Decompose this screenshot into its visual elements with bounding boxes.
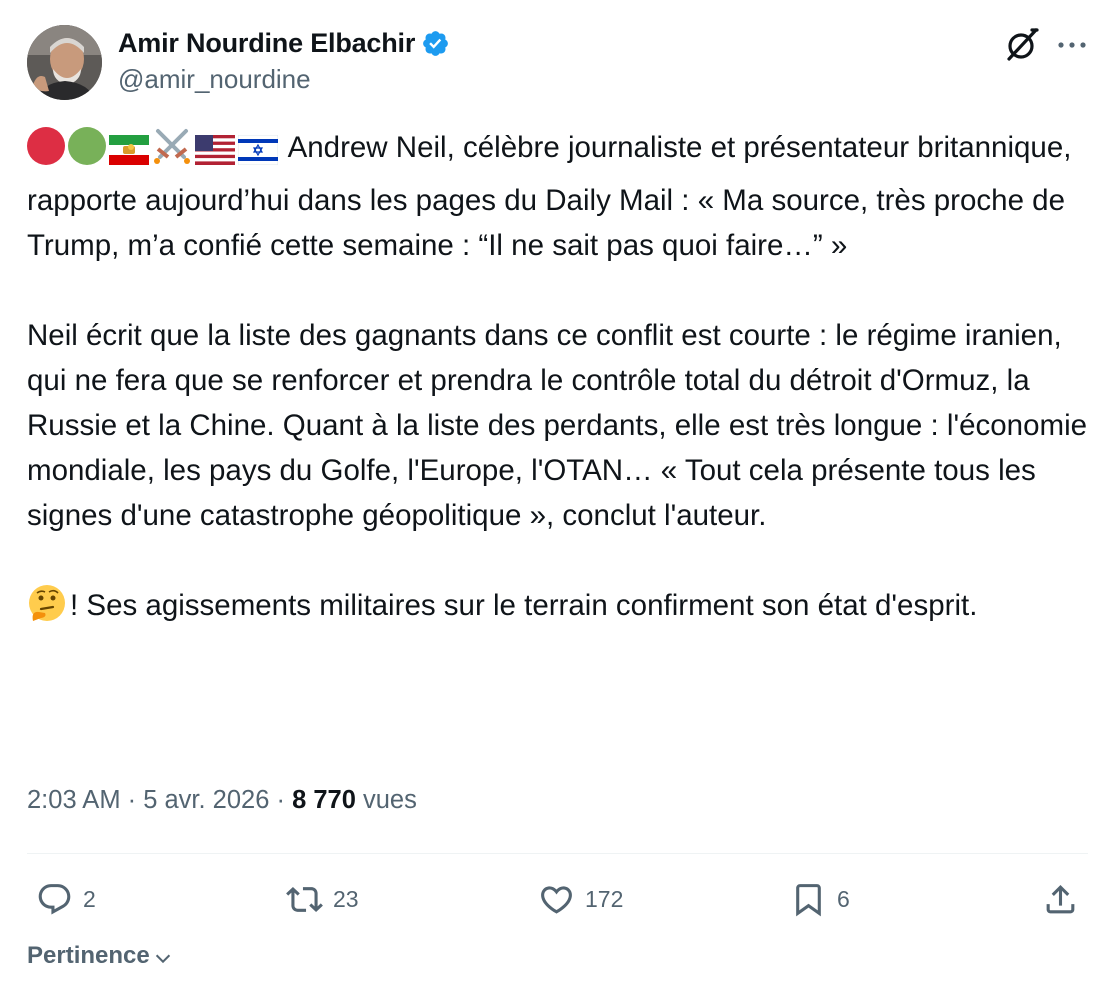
bookmark-count: 6: [837, 885, 850, 912]
avatar[interactable]: [27, 25, 102, 100]
reply-count: 2: [83, 885, 96, 912]
verified-badge-icon[interactable]: [421, 29, 450, 58]
tweet-paragraph-3-text: ! Ses agissements militaires sur le terr…: [70, 589, 978, 622]
tweet-meta: 2:03 AM · 5 avr. 2026 · 8 770 vues: [27, 786, 417, 815]
tweet-date[interactable]: 5 avr. 2026: [143, 786, 269, 814]
heart-icon: [541, 885, 572, 914]
israel-flag-icon: [237, 133, 279, 178]
tweet-paragraph-2: Neil écrit que la liste des gagnants dan…: [27, 319, 1088, 532]
bookmark-icon: [796, 883, 821, 916]
red-circle-icon: [27, 127, 65, 165]
bookmark-button[interactable]: 6: [790, 876, 850, 922]
meta-separator-2: ·: [269, 786, 293, 814]
tweet-text: Andrew Neil, célèbre journaliste et prés…: [27, 125, 1097, 636]
reply-sort-dropdown[interactable]: Pertinence: [27, 942, 174, 970]
green-circle-icon: [68, 127, 106, 165]
author-handle[interactable]: @amir_nourdine: [118, 64, 311, 95]
reply-icon: [38, 883, 71, 914]
tweet-time[interactable]: 2:03 AM: [27, 786, 121, 814]
repost-icon: [286, 886, 323, 912]
tweet-paragraph-1: Andrew Neil, célèbre journaliste et prés…: [27, 125, 1097, 268]
more-options-icon[interactable]: [1056, 35, 1088, 55]
thinking-face-icon: [27, 583, 67, 636]
share-button[interactable]: [1042, 876, 1079, 922]
us-flag-icon: [195, 133, 235, 178]
like-button[interactable]: 172: [538, 876, 623, 922]
chevron-down-icon: [155, 954, 170, 964]
grok-icon[interactable]: [1004, 27, 1040, 63]
like-count: 172: [585, 885, 624, 912]
author-display-name[interactable]: Amir Nourdine Elbachir: [118, 28, 415, 59]
avatar-image: [27, 25, 102, 100]
author-name-row[interactable]: Amir Nourdine Elbachir: [118, 25, 450, 61]
sort-label: Pertinence: [27, 942, 150, 969]
divider: [27, 853, 1088, 854]
repost-button[interactable]: 23: [286, 876, 359, 922]
views-label: vues: [355, 786, 417, 814]
iran-lion-sun-flag-icon: [109, 133, 149, 178]
share-icon: [1046, 884, 1075, 913]
tweet-paragraph-3: ! Ses agissements militaires sur le terr…: [27, 583, 1097, 636]
reply-button[interactable]: 2: [36, 876, 96, 922]
repost-count: 23: [333, 885, 359, 912]
meta-separator: ·: [120, 786, 144, 814]
views-count[interactable]: 8 770: [292, 786, 356, 814]
crossed-swords-icon: [152, 127, 192, 178]
